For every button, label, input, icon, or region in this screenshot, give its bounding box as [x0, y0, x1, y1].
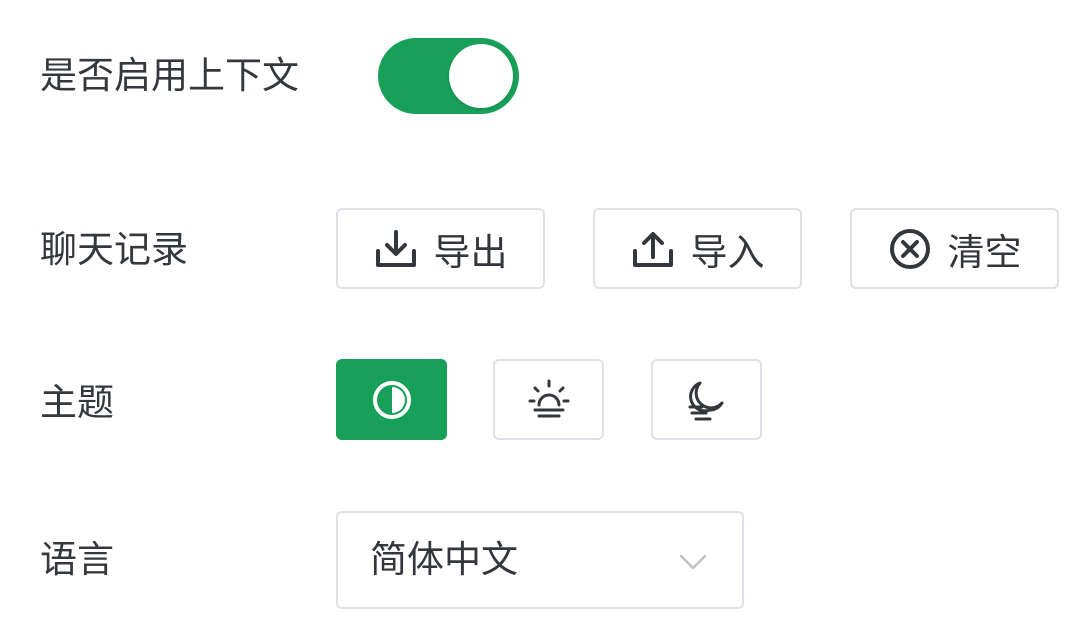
theme-light-button[interactable]	[493, 359, 604, 440]
upload-icon	[632, 231, 673, 267]
history-label: 聊天记录	[40, 228, 188, 271]
export-label: 导出	[433, 230, 508, 274]
language-selected-value: 简体中文	[370, 538, 518, 581]
import-label: 导入	[690, 230, 765, 274]
language-label: 语言	[40, 538, 114, 581]
theme-label: 主题	[40, 381, 114, 424]
export-button[interactable]: 导出	[336, 208, 545, 289]
theme-dark-button[interactable]	[651, 359, 762, 440]
clear-label: 清空	[947, 230, 1022, 274]
moon-icon	[688, 381, 723, 420]
sun-icon	[528, 379, 569, 417]
close-circle-icon	[889, 228, 930, 269]
context-toggle[interactable]	[378, 38, 519, 114]
toggle-knob	[449, 44, 513, 108]
auto-contrast-icon	[372, 380, 411, 419]
theme-auto-button[interactable]	[336, 359, 447, 440]
context-label: 是否启用上下文	[40, 54, 299, 97]
language-select[interactable]: 简体中文	[336, 511, 744, 609]
chevron-down-icon	[679, 554, 707, 570]
import-button[interactable]: 导入	[593, 208, 802, 289]
clear-button[interactable]: 清空	[850, 208, 1059, 289]
download-icon	[375, 229, 416, 267]
